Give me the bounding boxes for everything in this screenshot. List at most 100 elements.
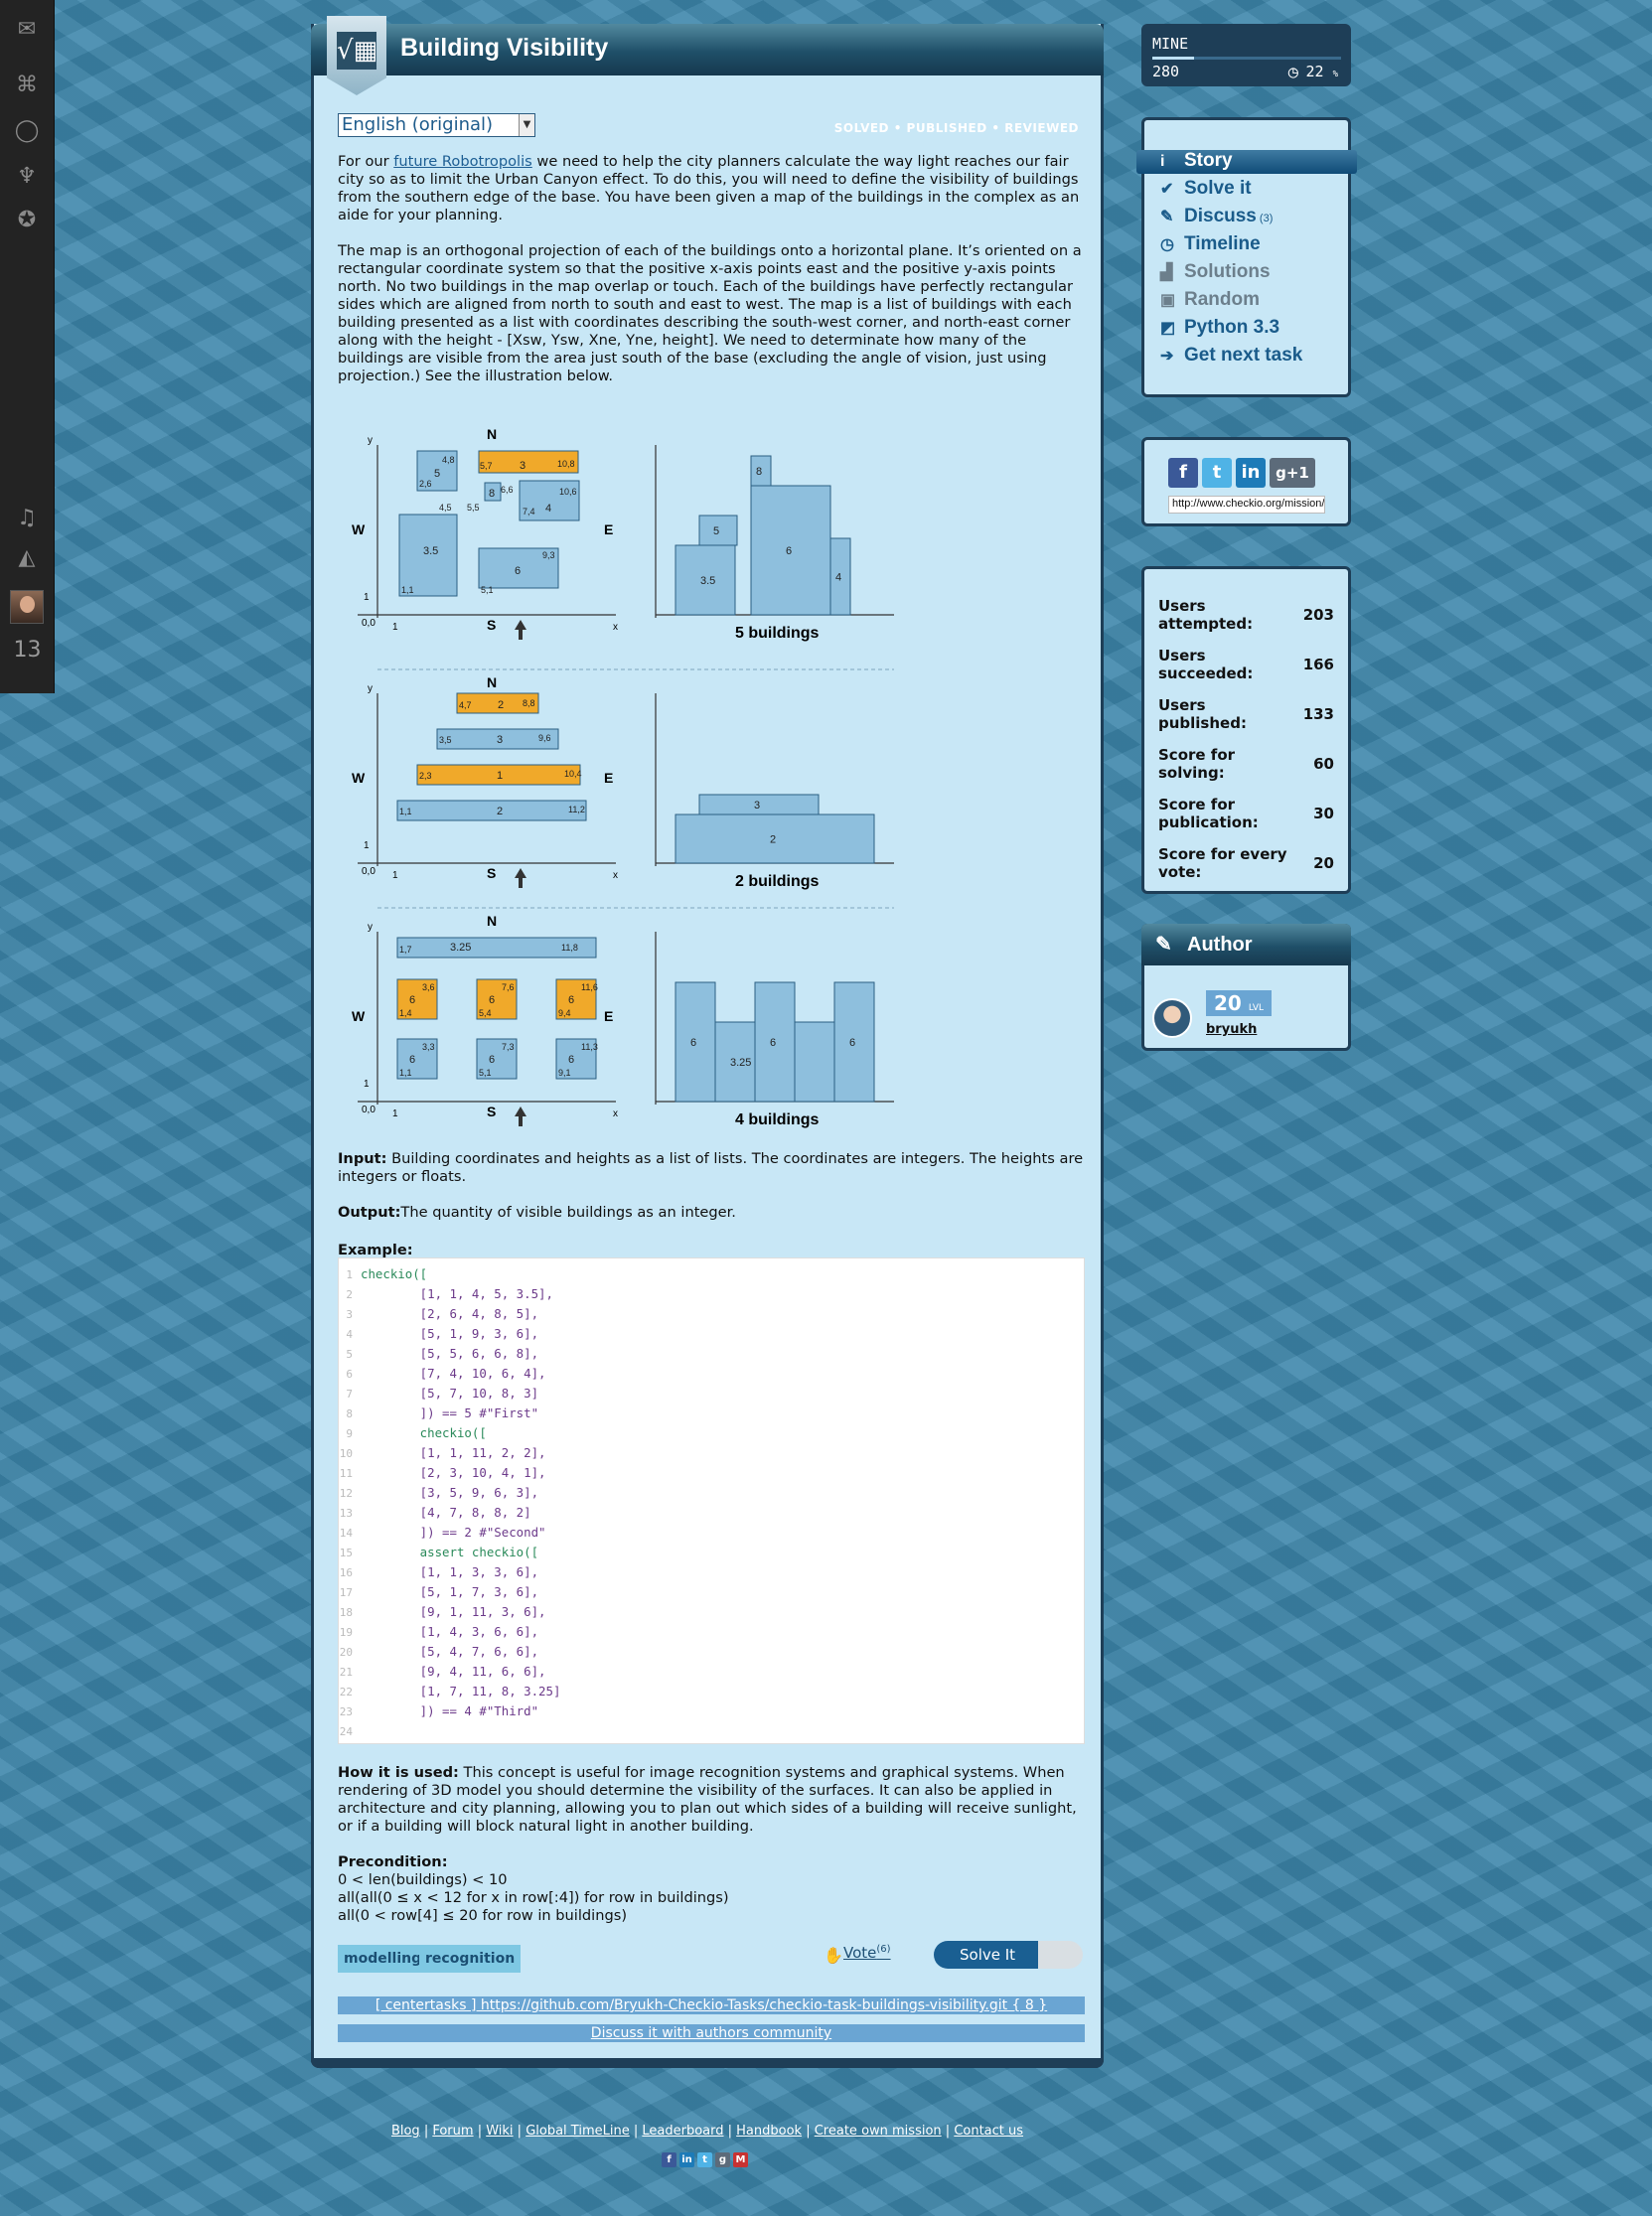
building-label: 8,8 (523, 698, 535, 708)
trophy-icon[interactable]: ♆ (12, 163, 42, 191)
user-avatar[interactable] (10, 590, 44, 624)
building-height-label: 6 (770, 1037, 776, 1049)
google-plus-icon[interactable]: g (715, 2152, 730, 2167)
footer-link-handbook[interactable]: Handbook (736, 2124, 802, 2139)
menu-item-random[interactable]: ▣ Random (1160, 287, 1260, 313)
python-icon: ◩ (1160, 320, 1176, 337)
building-label: 6 (409, 1054, 415, 1066)
tick-label-1: 1 (364, 840, 370, 851)
building-label: 5,7 (480, 461, 493, 471)
share-box: f t in g+1 http://www.checkio.org/missio… (1141, 437, 1351, 526)
mine-score: 280 (1152, 63, 1180, 80)
gmail-icon[interactable]: M (733, 2152, 748, 2167)
axis-label-y: y (368, 683, 373, 694)
building-label: 1,4 (399, 1008, 412, 1018)
menu-item-python-3-3[interactable]: ◩ Python 3.3 (1160, 315, 1279, 341)
building-label: 1,7 (399, 945, 412, 955)
tree-icon[interactable]: ⌘ (12, 72, 42, 99)
menu-item-solve-it[interactable]: ✔ Solve it (1160, 176, 1252, 202)
menu-item-get-next-task[interactable]: ➔ Get next task (1160, 343, 1302, 369)
building-label: 1,1 (399, 1068, 412, 1078)
notification-count: 13 (13, 638, 42, 663)
solutions-icon: ▟ (1160, 264, 1173, 281)
menu-item-label: Story (1184, 150, 1233, 171)
footer-link-wiki[interactable]: Wiki (486, 2124, 513, 2139)
linkedin-icon[interactable]: in (1236, 458, 1266, 488)
author-name-link[interactable]: bryukh (1206, 1022, 1257, 1037)
tick-label-1: 1 (364, 1079, 370, 1090)
menu-item-solutions[interactable]: ▟ Solutions (1160, 259, 1271, 285)
compass-south: S (487, 865, 496, 881)
menu-item-timeline[interactable]: ◷ Timeline (1160, 231, 1261, 257)
bell-icon[interactable]: ♫ (12, 505, 42, 532)
building-height-label: 5 (713, 525, 719, 537)
code-line: 21 [9, 4, 11, 6, 6], (339, 1664, 546, 1679)
share-url-field[interactable]: http://www.checkio.org/mission/building-… (1168, 496, 1325, 514)
illustration-caption: 4 buildings (735, 1111, 820, 1128)
compass-east: E (604, 521, 613, 537)
envelope-icon[interactable]: ✉ (12, 16, 42, 44)
linkedin-icon[interactable]: in (679, 2152, 694, 2167)
tick-label-1: 1 (392, 622, 398, 633)
building-label: 5 (434, 468, 440, 480)
footer-link-create-own-mission[interactable]: Create own mission (815, 2124, 942, 2139)
building-label: 3 (520, 460, 526, 472)
tick-label-1: 1 (392, 1108, 398, 1119)
twitter-icon[interactable]: t (697, 2152, 712, 2167)
discuss-community-link[interactable]: Discuss it with authors community (338, 2024, 1085, 2042)
mine-percent: 22 % (1305, 63, 1338, 80)
building-label: 5,5 (467, 503, 480, 513)
compass-north: N (487, 674, 497, 690)
footer-link-contact-us[interactable]: Contact us (954, 2124, 1023, 2139)
chat-bubble-icon[interactable]: ◯ (12, 117, 42, 145)
settings-icon[interactable]: ✪ (12, 207, 42, 234)
solve-it-button[interactable]: Solve It (934, 1941, 1083, 1969)
author-avatar[interactable] (1152, 998, 1192, 1038)
mission-stats: Users attempted: 203 Users succeeded: 166 Us… (1141, 566, 1351, 894)
compass-west: W (352, 770, 366, 786)
building-height-label: 8 (756, 466, 762, 478)
footer-link-global-timeline[interactable]: Global TimeLine (526, 2124, 630, 2139)
facebook-icon[interactable]: f (662, 2152, 676, 2167)
stat-value: 30 (1313, 805, 1334, 822)
tag-modelling[interactable]: modelling (338, 1945, 428, 1973)
footer-link-forum[interactable]: Forum (432, 2124, 473, 2139)
building-label: 1,1 (399, 807, 412, 816)
illustration-caption: 2 buildings (735, 873, 820, 890)
tag-recognition[interactable]: recognition (419, 1945, 522, 1973)
twitter-icon[interactable]: t (1202, 458, 1232, 488)
google-plus-icon[interactable]: g+1 (1270, 458, 1315, 488)
origin-label: 0,0 (362, 1105, 375, 1115)
precondition: Precondition: 0 < len(buildings) < 10 al… (338, 1853, 729, 1924)
code-line: 6 [7, 4, 10, 6, 4], (346, 1366, 546, 1381)
building-label: 10,8 (557, 459, 575, 469)
building-front-view (794, 1021, 835, 1103)
author-heading: ✎ Author (1141, 924, 1351, 965)
chat-icon: ✎ (1160, 209, 1174, 225)
origin-label: 0,0 (362, 618, 375, 629)
random-icon: ▣ (1160, 292, 1176, 309)
building-label: 11,6 (581, 982, 598, 992)
menu-item-story[interactable]: i Story (1160, 148, 1233, 174)
axis-label-x: x (613, 622, 618, 633)
footer-link-blog[interactable]: Blog (391, 2124, 420, 2139)
menu-item-discuss[interactable]: ✎ Discuss (3) (1160, 204, 1273, 229)
building-label: 7,4 (523, 507, 535, 517)
robotropolis-link[interactable]: future Robotropolis (393, 153, 532, 170)
vote-link[interactable]: Vote(6) (843, 1944, 891, 1962)
code-line: 9 checkio([ (346, 1425, 487, 1440)
code-line: 13 [4, 7, 8, 8, 2] (339, 1505, 531, 1520)
language-select[interactable]: English (original) ▼ (338, 113, 535, 137)
title-bar: √▦ Building Visibility (311, 16, 1104, 95)
building-label: 3,6 (422, 982, 435, 992)
building-label: 2,6 (419, 479, 432, 489)
mine-progress-box[interactable]: MINE 280 ◷ 22 % (1141, 24, 1351, 86)
building-height-label: 6 (786, 545, 792, 557)
footer-link-leaderboard[interactable]: Leaderboard (642, 2124, 723, 2139)
facebook-icon[interactable]: f (1168, 458, 1198, 488)
building-label: 6 (568, 1054, 574, 1066)
megaphone-icon[interactable]: ◭ (12, 544, 42, 572)
repository-link[interactable]: [ centertasks ] https://github.com/Bryuk… (338, 1996, 1085, 2014)
building-label: 2 (498, 699, 504, 711)
example-label: Example: (338, 1242, 413, 1258)
